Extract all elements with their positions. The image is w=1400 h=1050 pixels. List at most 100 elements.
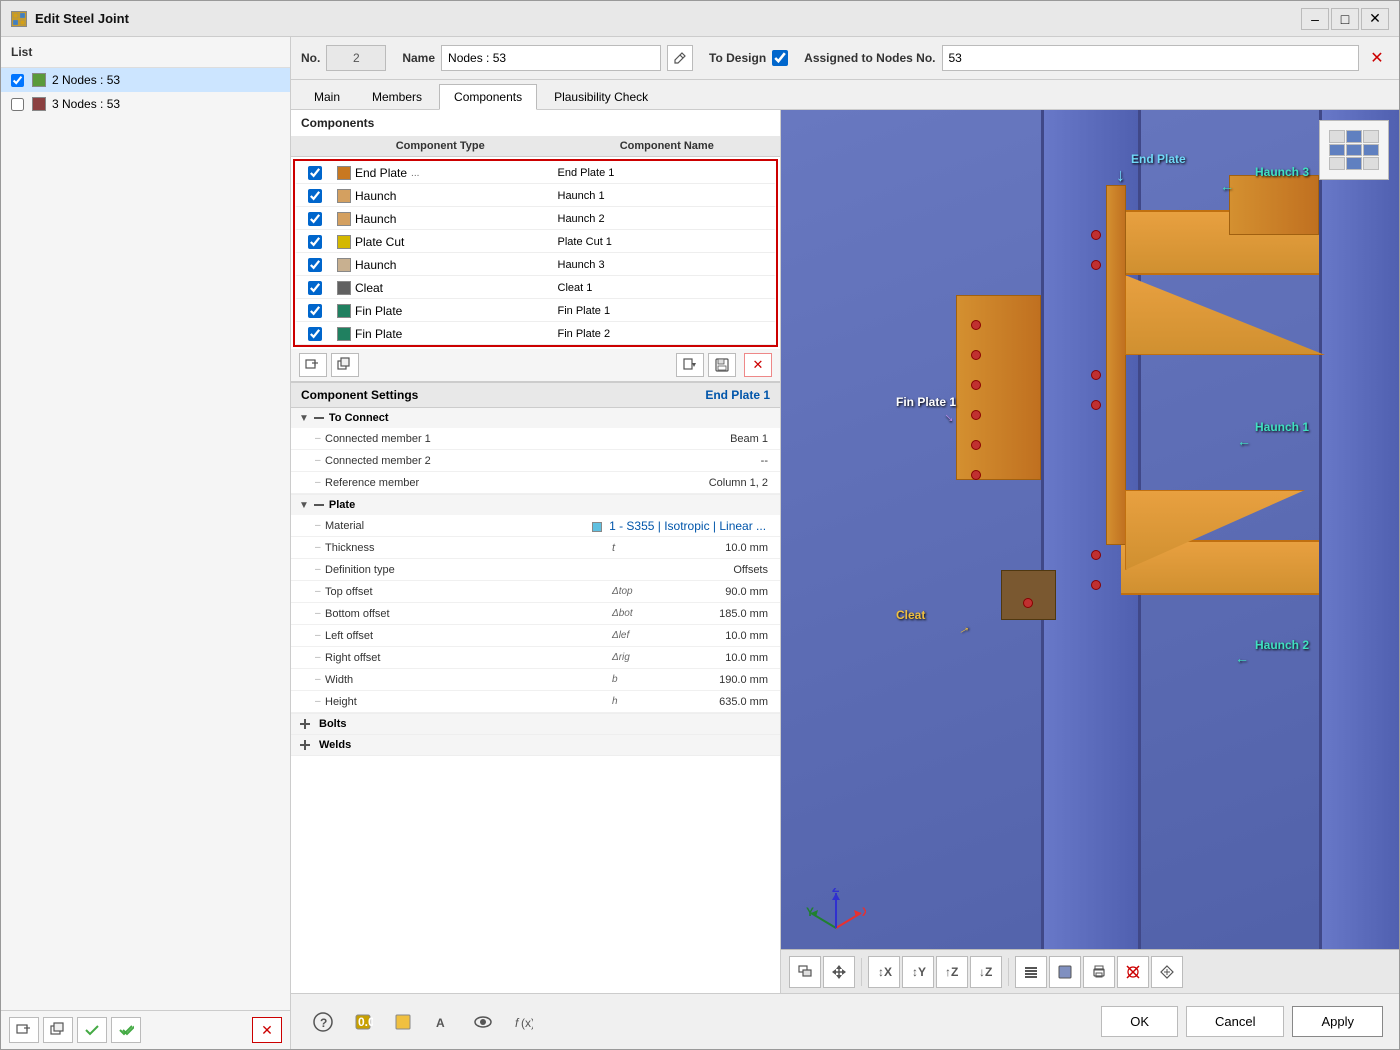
component-row-5[interactable]: Cleat Cleat 1 — [295, 276, 776, 299]
t3d-move-button[interactable] — [823, 956, 855, 988]
t3d-view-y-button[interactable]: ↕Y — [902, 956, 934, 988]
tab-main[interactable]: Main — [299, 84, 355, 109]
t3d-select-button[interactable] — [789, 956, 821, 988]
tab-members[interactable]: Members — [357, 84, 437, 109]
component-row-1[interactable]: Haunch Haunch 1 — [295, 184, 776, 207]
cleat-3d — [1001, 570, 1056, 620]
settings-group-plate: ▼ Plate – Material — [291, 495, 780, 714]
name-edit-button[interactable] — [667, 45, 693, 71]
comp-save-button[interactable] — [708, 353, 736, 377]
name-input[interactable] — [441, 45, 661, 71]
comp-check-7[interactable] — [308, 327, 322, 341]
tab-components[interactable]: Components — [439, 84, 537, 110]
svg-text:Z: Z — [832, 888, 839, 895]
width-symbol: b — [612, 674, 652, 685]
tab-plausibility[interactable]: Plausibility Check — [539, 84, 663, 109]
components-table-header: Component Type Component Name — [291, 136, 780, 157]
text-button[interactable]: A — [427, 1006, 459, 1038]
view-3d[interactable]: End Plate ↓ Haunch 3 ← Fin Plate 1 → Hau… — [781, 110, 1399, 993]
welds-label: Welds — [319, 739, 351, 751]
bolt-3 — [971, 380, 981, 390]
to-design-checkbox[interactable] — [772, 50, 788, 66]
help-button[interactable]: ? — [307, 1006, 339, 1038]
bolt-12 — [1091, 580, 1101, 590]
comp-type-label-1: Haunch — [355, 189, 396, 203]
bolt-4 — [971, 410, 981, 420]
t3d-layer-button[interactable] — [1015, 956, 1047, 988]
duplicate-node-button[interactable] — [43, 1017, 73, 1043]
label-haunch1: Haunch 1 — [1255, 420, 1309, 434]
svg-text:↓Z: ↓Z — [979, 965, 992, 979]
check2-button[interactable] — [111, 1017, 141, 1043]
plate-row-deftype: – Definition type Offsets — [291, 559, 780, 581]
comp-check-1[interactable] — [308, 189, 322, 203]
components-header: Components — [291, 110, 780, 136]
comp-type-label-3: Plate Cut — [355, 235, 404, 249]
t3d-view-z-neg-button[interactable]: ↓Z — [970, 956, 1002, 988]
bolts-row[interactable]: Bolts — [291, 714, 780, 735]
t3d-print-button[interactable] — [1083, 956, 1115, 988]
maximize-button[interactable]: □ — [1331, 8, 1359, 30]
minimize-button[interactable]: – — [1301, 8, 1329, 30]
ok-button[interactable]: OK — [1101, 1006, 1178, 1037]
component-row-0[interactable]: End Plate ... End Plate 1 — [295, 161, 776, 184]
bolt-9 — [1091, 370, 1101, 380]
top-offset-symbol: Δtop — [612, 586, 652, 597]
list-header: List — [1, 37, 290, 68]
bolt-1 — [971, 320, 981, 330]
plate-row-height: – Height h 635.0 mm — [291, 691, 780, 713]
formula-button[interactable]: f(x) — [507, 1006, 539, 1038]
no-input[interactable] — [326, 45, 386, 71]
delete-node-button[interactable]: ✕ — [252, 1017, 282, 1043]
group-plate-header[interactable]: ▼ Plate — [291, 495, 780, 515]
t3d-expand-button[interactable] — [1151, 956, 1183, 988]
bolt-5 — [971, 440, 981, 450]
comp-check-6[interactable] — [308, 304, 322, 318]
node-item-3[interactable]: 3 Nodes : 53 — [1, 92, 290, 116]
label-haunch2: Haunch 2 — [1255, 638, 1309, 652]
color-button[interactable] — [387, 1006, 419, 1038]
comp-type-label-4: Haunch — [355, 258, 396, 272]
component-row-2[interactable]: Haunch Haunch 2 — [295, 207, 776, 230]
assigned-clear-button[interactable]: ✕ — [1365, 46, 1389, 70]
comp-check-0[interactable] — [308, 166, 322, 180]
component-row-6[interactable]: Fin Plate Fin Plate 1 — [295, 299, 776, 322]
apply-button[interactable]: Apply — [1292, 1006, 1383, 1037]
comp-check-5[interactable] — [308, 281, 322, 295]
comp-duplicate-button[interactable] — [331, 353, 359, 377]
t3d-reset-button[interactable] — [1117, 956, 1149, 988]
cancel-button[interactable]: Cancel — [1186, 1006, 1284, 1037]
left-offset-symbol: Δlef — [612, 630, 652, 641]
t3d-view-x-button[interactable]: ↕X — [868, 956, 900, 988]
component-row-7[interactable]: Fin Plate Fin Plate 2 — [295, 322, 776, 345]
comp-check-3[interactable] — [308, 235, 322, 249]
comp-delete-button[interactable]: ✕ — [744, 353, 772, 377]
node-checkbox-3[interactable] — [11, 98, 24, 111]
welds-row[interactable]: Welds — [291, 735, 780, 756]
bolt-cleat — [1023, 598, 1033, 608]
check-button[interactable] — [77, 1017, 107, 1043]
bottom-bar: ? 0.00 A f(x) — [291, 993, 1399, 1049]
node-item-2[interactable]: 2 Nodes : 53 — [1, 68, 290, 92]
comp-add-button[interactable] — [299, 353, 327, 377]
comp-color-1 — [337, 189, 351, 203]
component-row-4[interactable]: Haunch Haunch 3 — [295, 253, 776, 276]
add-node-button[interactable] — [9, 1017, 39, 1043]
node-checkbox-2[interactable] — [11, 74, 24, 87]
comp-check-4[interactable] — [308, 258, 322, 272]
comp-import-button[interactable] — [676, 353, 704, 377]
t3d-view-z-button[interactable]: ↑Z — [936, 956, 968, 988]
plate-row-material[interactable]: – Material 1 - S355 | Isotropic | Linear… — [291, 515, 780, 537]
svg-text:X: X — [862, 905, 866, 919]
comp-check-2[interactable] — [308, 212, 322, 226]
component-row-3[interactable]: Plate Cut Plate Cut 1 — [295, 230, 776, 253]
components-toolbar: ✕ — [291, 349, 780, 382]
close-button[interactable]: ✕ — [1361, 8, 1389, 30]
eye-button[interactable] — [467, 1006, 499, 1038]
assigned-input[interactable] — [942, 45, 1360, 71]
th-checkbox — [291, 136, 327, 156]
thickness-symbol: t — [612, 542, 652, 554]
value-button[interactable]: 0.00 — [347, 1006, 379, 1038]
group-connect-header[interactable]: ▼ To Connect — [291, 408, 780, 428]
t3d-solid-button[interactable] — [1049, 956, 1081, 988]
